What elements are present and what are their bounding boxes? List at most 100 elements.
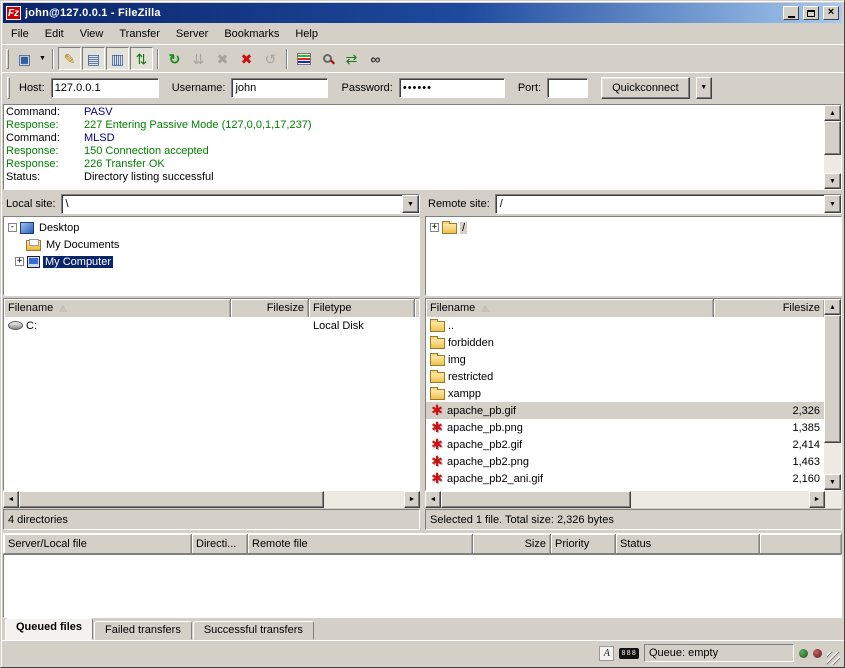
column-header-server-local-file[interactable]: Server/Local file xyxy=(4,534,192,553)
file-row-xampp[interactable]: xampp xyxy=(426,385,824,402)
menu-transfer[interactable]: Transfer xyxy=(111,26,168,42)
password-input[interactable] xyxy=(399,78,505,98)
file-row-img[interactable]: img xyxy=(426,351,824,368)
window-resize-grip[interactable] xyxy=(827,652,840,665)
tree-item-my-computer[interactable]: + My Computer xyxy=(4,253,419,270)
quickconnect-dropdown[interactable]: ▼ xyxy=(696,77,712,99)
column-header-filename[interactable]: Filename xyxy=(4,299,231,317)
title-bar[interactable]: Fz john@127.0.0.1 - FileZilla × xyxy=(3,3,842,23)
combo-dropdown-icon[interactable]: ▼ xyxy=(824,195,841,213)
file-row-parent-dir[interactable]: .. xyxy=(426,317,824,334)
toggle-local-tree-button[interactable]: ▤ xyxy=(82,47,105,70)
queue-header: Server/Local file Directi... Remote file… xyxy=(3,533,842,554)
scrollbar-thumb[interactable] xyxy=(824,121,841,155)
message-log-lines[interactable]: Command:PASV Response:227 Entering Passi… xyxy=(4,105,824,189)
file-row-apache-pb2-png[interactable]: ✱apache_pb2.png 1,463 xyxy=(426,453,824,470)
find-files-button[interactable]: ∞ xyxy=(364,47,387,70)
site-manager-dropdown[interactable]: ▼ xyxy=(37,47,48,70)
column-header-remote-file[interactable]: Remote file xyxy=(248,534,473,553)
expand-icon[interactable]: + xyxy=(430,223,439,232)
file-row-apache-pb-png[interactable]: ✱apache_pb.png 1,385 xyxy=(426,419,824,436)
file-row-c-drive[interactable]: C: Local Disk xyxy=(4,317,419,334)
scroll-up-button[interactable]: ▲ xyxy=(824,299,841,315)
datatype-indicator-icon[interactable]: A xyxy=(599,646,614,661)
tree-item-desktop[interactable]: - Desktop xyxy=(4,219,419,236)
scrollbar-thumb[interactable] xyxy=(441,491,631,508)
column-header-filesize[interactable]: Filesize xyxy=(231,299,309,317)
scroll-down-button[interactable]: ▼ xyxy=(824,474,841,490)
log-vertical-scrollbar[interactable]: ▲ ▼ xyxy=(824,105,841,189)
scroll-left-button[interactable]: ◄ xyxy=(3,491,19,508)
scroll-up-button[interactable]: ▲ xyxy=(824,105,841,121)
scroll-right-button[interactable]: ► xyxy=(809,491,825,508)
local-horizontal-scrollbar[interactable]: ◄ ► xyxy=(3,491,420,508)
toggle-transfer-queue-button[interactable]: ⇅ xyxy=(130,47,153,70)
scrollbar-thumb[interactable] xyxy=(824,315,841,443)
local-site-combobox[interactable]: \ ▼ xyxy=(61,194,420,214)
tab-failed-transfers[interactable]: Failed transfers xyxy=(94,621,192,640)
maximize-button[interactable] xyxy=(803,6,819,20)
file-row-apache-pb-gif[interactable]: ✱apache_pb.gif 2,326 xyxy=(426,402,824,419)
menu-view[interactable]: View xyxy=(72,26,112,42)
speed-limits-icon[interactable]: 888 xyxy=(619,648,639,659)
port-input[interactable] xyxy=(547,78,588,98)
column-header-status[interactable]: Status xyxy=(616,534,760,553)
expand-icon[interactable]: + xyxy=(15,257,24,266)
close-button[interactable]: × xyxy=(823,6,839,20)
file-row-forbidden[interactable]: forbidden xyxy=(426,334,824,351)
collapse-icon[interactable]: - xyxy=(8,223,17,232)
toggle-message-log-button[interactable]: ✎ xyxy=(58,47,81,70)
minimize-button[interactable] xyxy=(783,6,799,20)
disconnect-button[interactable]: ✖ xyxy=(235,47,258,70)
remote-list-body[interactable]: .. forbidden img restricted xyxy=(426,317,824,490)
file-row-restricted[interactable]: restricted xyxy=(426,368,824,385)
host-input[interactable] xyxy=(51,78,159,98)
column-header-size[interactable]: Size xyxy=(473,534,551,553)
column-header-filename[interactable]: Filename xyxy=(426,299,714,317)
column-header-priority[interactable]: Priority xyxy=(551,534,616,553)
remote-site-combobox[interactable]: / ▼ xyxy=(495,194,842,214)
local-directory-tree[interactable]: - Desktop My Documents + My Computer xyxy=(3,216,420,296)
site-manager-button[interactable]: ▣ xyxy=(13,47,36,70)
scrollbar-track[interactable] xyxy=(824,443,841,474)
tab-successful-transfers[interactable]: Successful transfers xyxy=(193,621,314,640)
column-header-direction[interactable]: Directi... xyxy=(192,534,248,553)
scroll-down-button[interactable]: ▼ xyxy=(824,173,841,189)
tree-item-my-documents[interactable]: My Documents xyxy=(4,236,419,253)
transfer-queue-list[interactable] xyxy=(3,554,842,618)
scrollbar-track[interactable] xyxy=(824,155,841,173)
quickconnect-grip[interactable] xyxy=(7,77,10,99)
scroll-left-button[interactable]: ◄ xyxy=(425,491,441,508)
menu-help[interactable]: Help xyxy=(287,26,326,42)
combo-dropdown-icon[interactable]: ▼ xyxy=(402,195,419,213)
tree-item-root[interactable]: + / xyxy=(426,219,841,236)
menu-file[interactable]: File xyxy=(3,26,37,42)
remote-directory-tree[interactable]: + / xyxy=(425,216,842,296)
scrollbar-track[interactable] xyxy=(631,491,809,508)
local-list-body[interactable]: C: Local Disk xyxy=(4,317,419,490)
maximize-icon xyxy=(807,10,815,17)
remote-vertical-scrollbar[interactable]: ▲ ▼ xyxy=(824,299,841,490)
quickconnect-button[interactable]: Quickconnect xyxy=(601,77,690,99)
scrollbar-thumb[interactable] xyxy=(19,491,324,508)
scroll-right-button[interactable]: ► xyxy=(404,491,420,508)
disk-drive-icon xyxy=(8,321,23,330)
menu-bookmarks[interactable]: Bookmarks xyxy=(216,26,287,42)
username-input[interactable] xyxy=(231,78,328,98)
filter-button[interactable] xyxy=(292,47,315,70)
scrollbar-track[interactable] xyxy=(324,491,404,508)
toggle-remote-tree-button[interactable]: ▥ xyxy=(106,47,129,70)
toolbar-grip[interactable] xyxy=(6,49,9,69)
menu-edit[interactable]: Edit xyxy=(37,26,72,42)
column-header-filetype[interactable]: Filetype xyxy=(309,299,415,317)
menu-server[interactable]: Server xyxy=(168,26,216,42)
refresh-button[interactable]: ↻ xyxy=(163,47,186,70)
file-row-apache-pb2-gif[interactable]: ✱apache_pb2.gif 2,414 xyxy=(426,436,824,453)
remote-horizontal-scrollbar[interactable]: ◄ ► xyxy=(425,491,842,508)
synchronized-browsing-button[interactable]: ⇄ xyxy=(340,47,363,70)
column-header-filler xyxy=(760,534,841,553)
column-header-filesize[interactable]: Filesize xyxy=(714,299,824,317)
tab-queued-files[interactable]: Queued files xyxy=(5,618,93,640)
file-row-apache-pb2-ani-gif[interactable]: ✱apache_pb2_ani.gif 2,160 xyxy=(426,470,824,487)
directory-comparison-button[interactable] xyxy=(316,47,339,70)
